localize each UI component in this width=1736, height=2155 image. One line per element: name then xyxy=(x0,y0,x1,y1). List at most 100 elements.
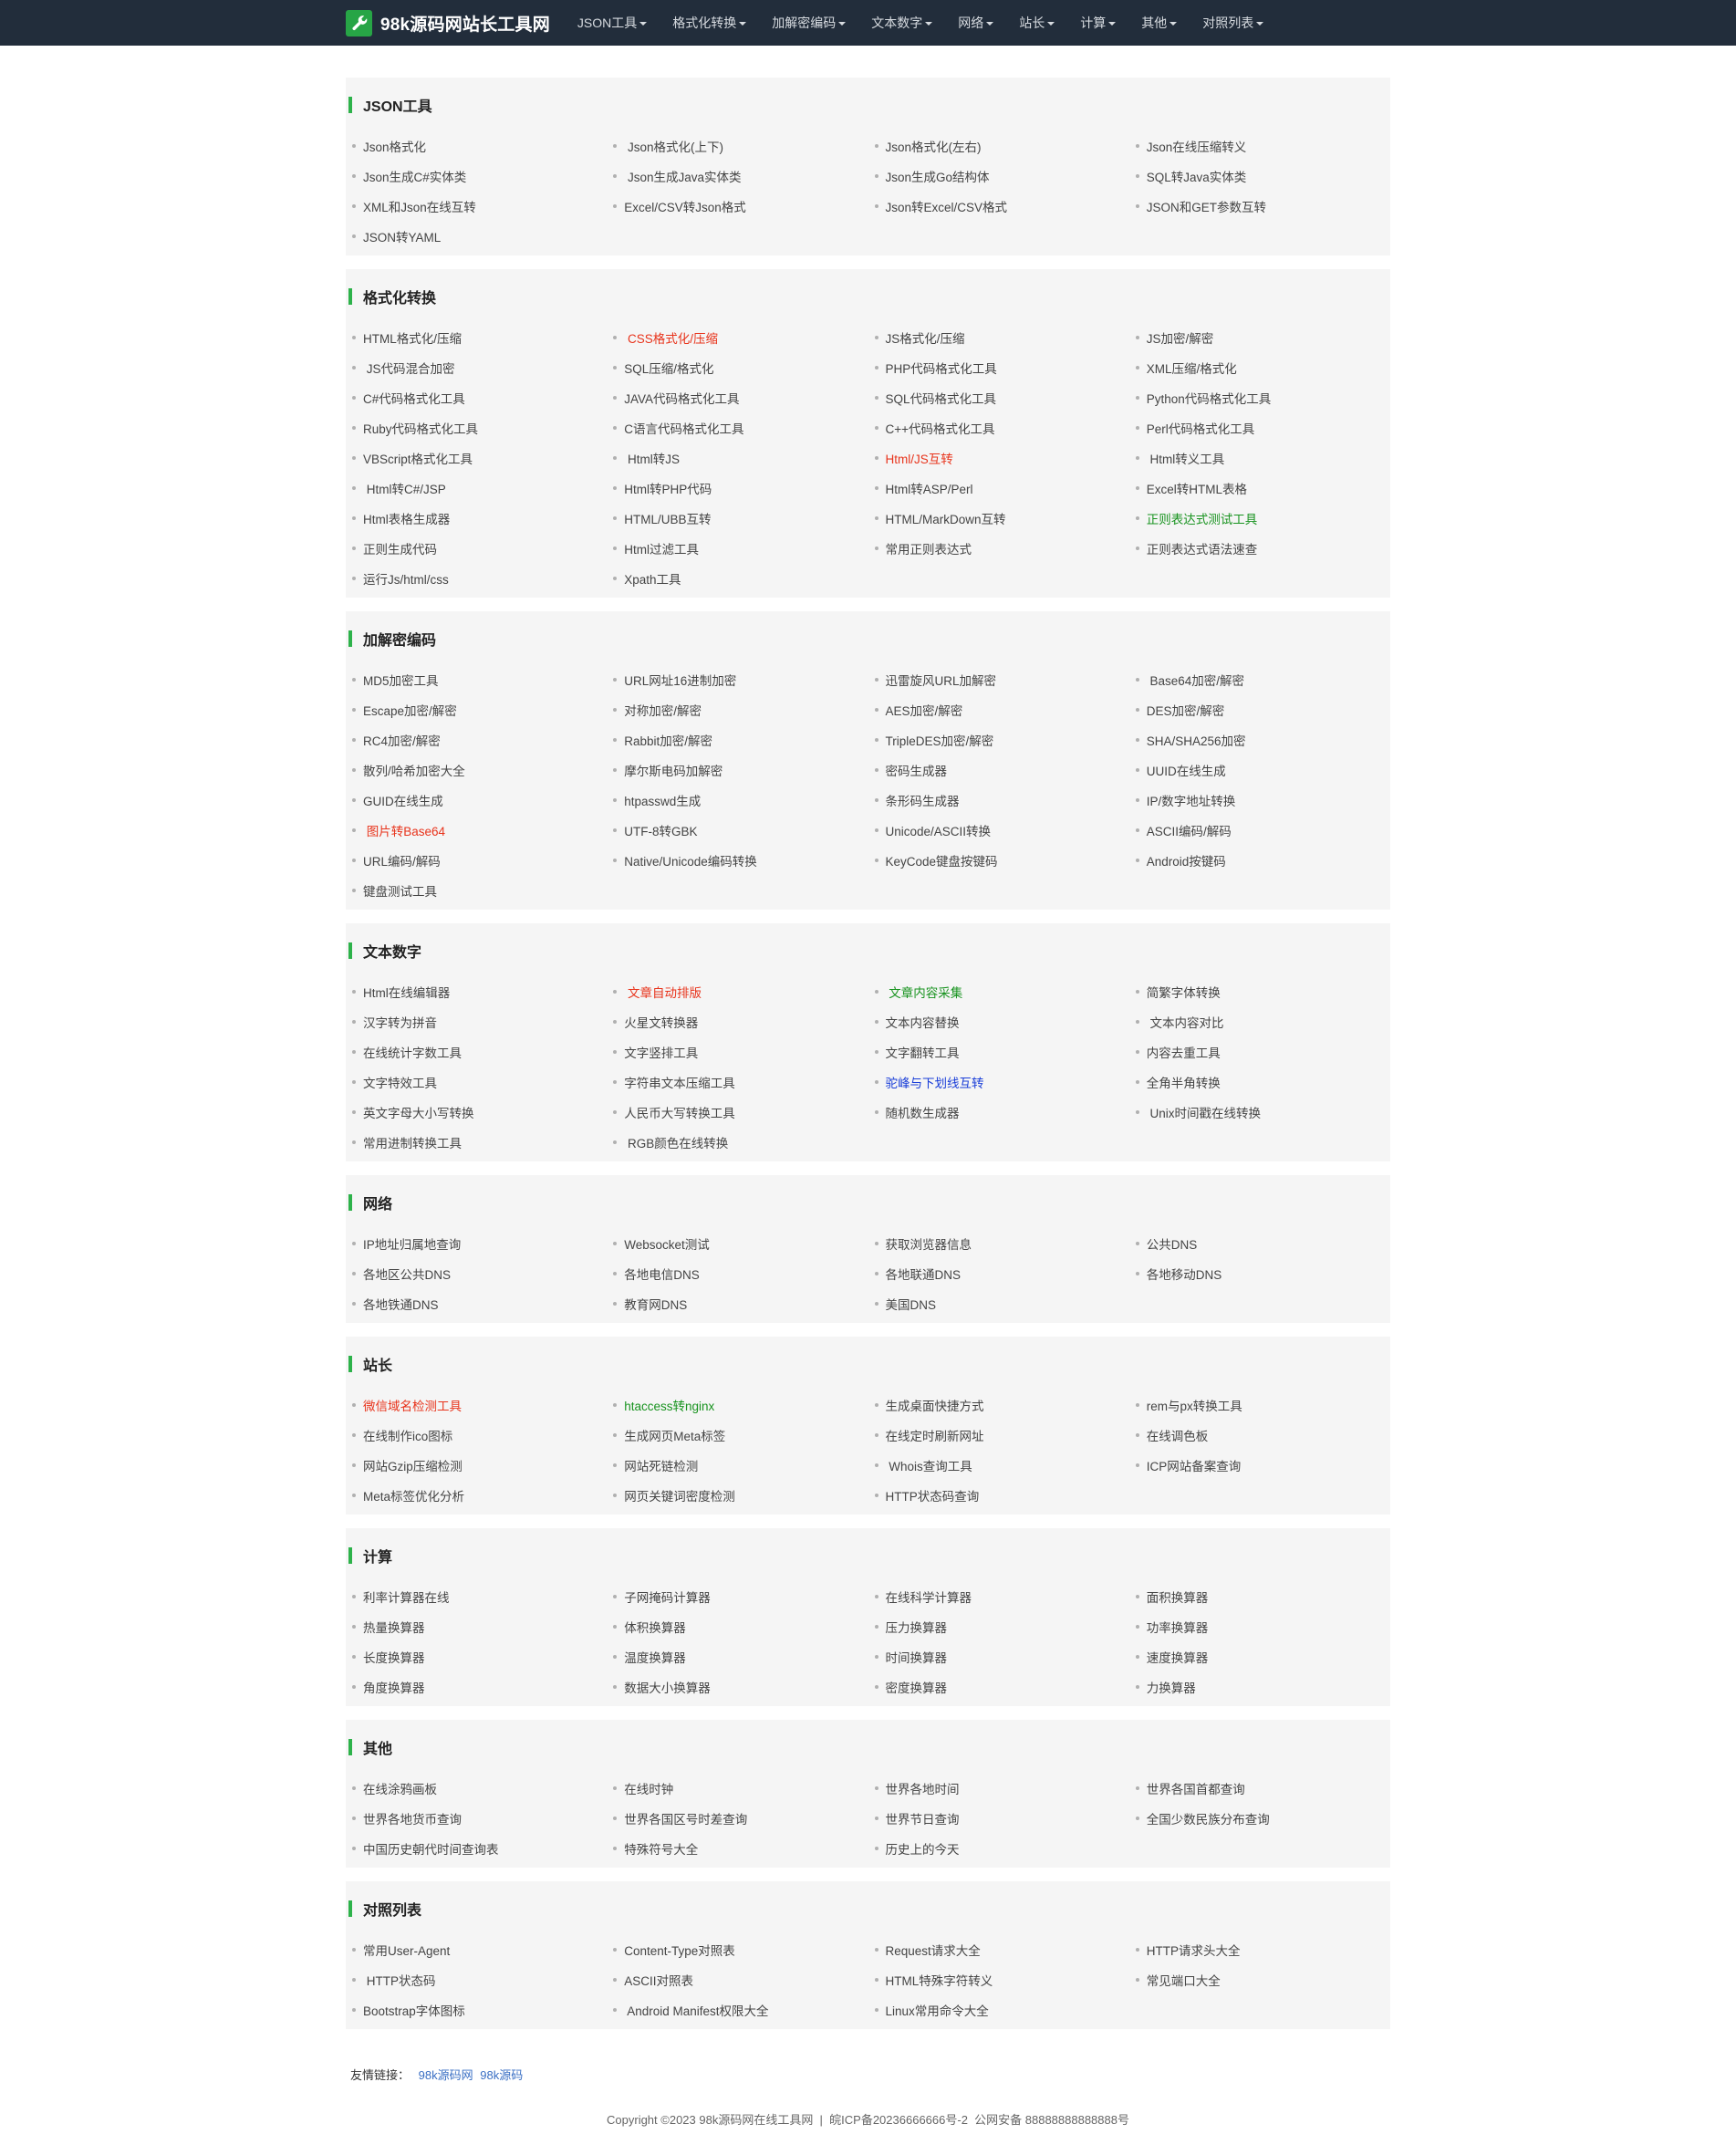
tool-link[interactable]: 在线时钟 xyxy=(607,1773,868,1803)
tool-link[interactable]: HTTP状态码 xyxy=(346,1964,607,1994)
tool-link[interactable]: 面积换算器 xyxy=(1129,1581,1390,1611)
tool-link[interactable]: 汉字转为拼音 xyxy=(346,1006,607,1036)
tool-link[interactable]: 特殊符号大全 xyxy=(607,1833,868,1863)
tool-link[interactable]: Python代码格式化工具 xyxy=(1129,382,1390,412)
tool-link[interactable]: 生成桌面快捷方式 xyxy=(868,1390,1129,1420)
tool-link[interactable]: 压力换算器 xyxy=(868,1611,1129,1641)
tool-link[interactable]: 文章内容采集 xyxy=(868,976,1129,1006)
tool-link[interactable]: JSON转YAML xyxy=(346,221,607,251)
tool-link[interactable]: 在线涂鸦画板 xyxy=(346,1773,607,1803)
tool-link[interactable]: DES加密/解密 xyxy=(1129,694,1390,724)
tool-link[interactable]: 生成网页Meta标签 xyxy=(607,1420,868,1450)
tool-link[interactable]: KeyCode键盘按键码 xyxy=(868,845,1129,875)
tool-link[interactable]: 散列/哈希加密大全 xyxy=(346,755,607,785)
tool-link[interactable]: Request请求大全 xyxy=(868,1934,1129,1964)
tool-link[interactable]: JS代码混合加密 xyxy=(346,352,607,382)
tool-link[interactable]: 角度换算器 xyxy=(346,1671,607,1702)
tool-link[interactable]: Json生成Go结构体 xyxy=(868,161,1129,191)
tool-link[interactable]: Rabbit加密/解密 xyxy=(607,724,868,755)
tool-link[interactable]: 文字特效工具 xyxy=(346,1067,607,1097)
tool-link[interactable]: HTML/MarkDown互转 xyxy=(868,503,1129,533)
nav-item-5[interactable]: 站长 xyxy=(1006,0,1067,46)
tool-link[interactable]: 简繁字体转换 xyxy=(1129,976,1390,1006)
tool-link[interactable]: rem与px转换工具 xyxy=(1129,1390,1390,1420)
tool-link[interactable]: 常用进制转换工具 xyxy=(346,1127,607,1157)
tool-link[interactable]: JSON和GET参数互转 xyxy=(1129,191,1390,221)
tool-link[interactable]: Perl代码格式化工具 xyxy=(1129,412,1390,442)
tool-link[interactable]: SQL转Java实体类 xyxy=(1129,161,1390,191)
tool-link[interactable]: 全国少数民族分布查询 xyxy=(1129,1803,1390,1833)
tool-link[interactable]: Unicode/ASCII转换 xyxy=(868,815,1129,845)
nav-item-0[interactable]: JSON工具 xyxy=(565,0,660,46)
tool-link[interactable]: VBScript格式化工具 xyxy=(346,442,607,473)
tool-link[interactable]: SQL代码格式化工具 xyxy=(868,382,1129,412)
tool-link[interactable]: 驼峰与下划线互转 xyxy=(868,1067,1129,1097)
tool-link[interactable]: ICP网站备案查询 xyxy=(1129,1450,1390,1480)
tool-link[interactable]: Websocket测试 xyxy=(607,1228,868,1258)
tool-link[interactable]: UTF-8转GBK xyxy=(607,815,868,845)
tool-link[interactable]: 子网掩码计算器 xyxy=(607,1581,868,1611)
nav-item-1[interactable]: 格式化转换 xyxy=(660,0,759,46)
tool-link[interactable]: Json格式化(左右) xyxy=(868,130,1129,161)
tool-link[interactable]: 随机数生成器 xyxy=(868,1097,1129,1127)
tool-link[interactable]: 获取浏览器信息 xyxy=(868,1228,1129,1258)
tool-link[interactable]: Xpath工具 xyxy=(607,563,868,593)
friend-link-2[interactable]: 98k源码 xyxy=(480,2068,523,2082)
tool-link[interactable]: JAVA代码格式化工具 xyxy=(607,382,868,412)
tool-link[interactable]: Android按键码 xyxy=(1129,845,1390,875)
tool-link[interactable]: Html过滤工具 xyxy=(607,533,868,563)
tool-link[interactable]: Excel转HTML表格 xyxy=(1129,473,1390,503)
tool-link[interactable]: IP/数字地址转换 xyxy=(1129,785,1390,815)
tool-link[interactable]: 正则表达式语法速查 xyxy=(1129,533,1390,563)
friend-link-1[interactable]: 98k源码网 xyxy=(419,2068,473,2082)
nav-item-2[interactable]: 加解密编码 xyxy=(759,0,858,46)
tool-link[interactable]: htpasswd生成 xyxy=(607,785,868,815)
tool-link[interactable]: 美国DNS xyxy=(868,1288,1129,1318)
tool-link[interactable]: Html转JS xyxy=(607,442,868,473)
tool-link[interactable]: 世界各国首都查询 xyxy=(1129,1773,1390,1803)
tool-link[interactable]: Html/JS互转 xyxy=(868,442,1129,473)
tool-link[interactable]: Excel/CSV转Json格式 xyxy=(607,191,868,221)
tool-link[interactable]: HTML/UBB互转 xyxy=(607,503,868,533)
tool-link[interactable]: Unix时间戳在线转换 xyxy=(1129,1097,1390,1127)
tool-link[interactable]: Json生成C#实体类 xyxy=(346,161,607,191)
tool-link[interactable]: 网站死链检测 xyxy=(607,1450,868,1480)
tool-link[interactable]: 公共DNS xyxy=(1129,1228,1390,1258)
tool-link[interactable]: C++代码格式化工具 xyxy=(868,412,1129,442)
tool-link[interactable]: 各地移动DNS xyxy=(1129,1258,1390,1288)
tool-link[interactable]: 各地电信DNS xyxy=(607,1258,868,1288)
tool-link[interactable]: Whois查询工具 xyxy=(868,1450,1129,1480)
tool-link[interactable]: 长度换算器 xyxy=(346,1641,607,1671)
tool-link[interactable]: RC4加密/解密 xyxy=(346,724,607,755)
tool-link[interactable]: XML压缩/格式化 xyxy=(1129,352,1390,382)
tool-link[interactable]: 密码生成器 xyxy=(868,755,1129,785)
tool-link[interactable]: URL编码/解码 xyxy=(346,845,607,875)
tool-link[interactable]: 在线定时刷新网址 xyxy=(868,1420,1129,1450)
tool-link[interactable]: 世界各地时间 xyxy=(868,1773,1129,1803)
tool-link[interactable]: 条形码生成器 xyxy=(868,785,1129,815)
tool-link[interactable]: 文本内容替换 xyxy=(868,1006,1129,1036)
tool-link[interactable]: Linux常用命令大全 xyxy=(868,1994,1129,2025)
tool-link[interactable]: Html在线编辑器 xyxy=(346,976,607,1006)
tool-link[interactable]: 正则表达式测试工具 xyxy=(1129,503,1390,533)
tool-link[interactable]: 数据大小换算器 xyxy=(607,1671,868,1702)
tool-link[interactable]: 各地铁通DNS xyxy=(346,1288,607,1318)
tool-link[interactable]: Json转Excel/CSV格式 xyxy=(868,191,1129,221)
tool-link[interactable]: 迅雷旋风URL加解密 xyxy=(868,664,1129,694)
tool-link[interactable]: 各地联通DNS xyxy=(868,1258,1129,1288)
tool-link[interactable]: Bootstrap字体图标 xyxy=(346,1994,607,2025)
tool-link[interactable]: 热量换算器 xyxy=(346,1611,607,1641)
tool-link[interactable]: Content-Type对照表 xyxy=(607,1934,868,1964)
tool-link[interactable]: HTTP请求头大全 xyxy=(1129,1934,1390,1964)
tool-link[interactable]: 利率计算器在线 xyxy=(346,1581,607,1611)
nav-item-3[interactable]: 文本数字 xyxy=(858,0,945,46)
tool-link[interactable]: Escape加密/解密 xyxy=(346,694,607,724)
tool-link[interactable]: 时间换算器 xyxy=(868,1641,1129,1671)
tool-link[interactable]: 世界各国区号时差查询 xyxy=(607,1803,868,1833)
tool-link[interactable]: C#代码格式化工具 xyxy=(346,382,607,412)
tool-link[interactable]: 历史上的今天 xyxy=(868,1833,1129,1863)
tool-link[interactable]: 键盘测试工具 xyxy=(346,875,607,905)
tool-link[interactable]: 摩尔斯电码加解密 xyxy=(607,755,868,785)
tool-link[interactable]: Meta标签优化分析 xyxy=(346,1480,607,1510)
tool-link[interactable]: 温度换算器 xyxy=(607,1641,868,1671)
